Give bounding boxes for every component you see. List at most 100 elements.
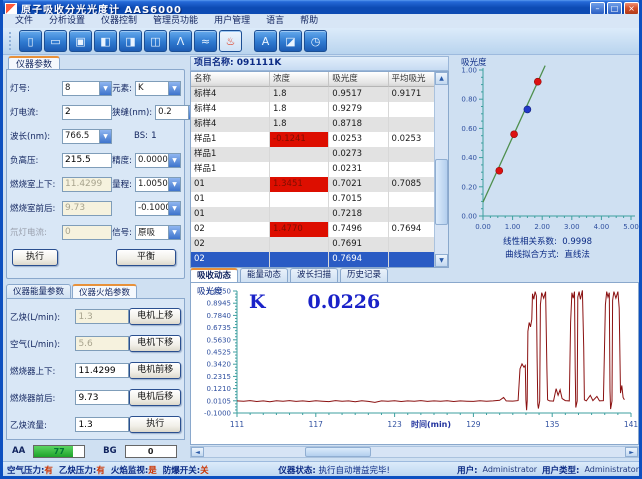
svg-text:141: 141 [624, 420, 638, 429]
flame-row-input[interactable] [75, 390, 129, 405]
flame-row-button[interactable]: 执行 [129, 416, 181, 433]
flame-button[interactable]: ♨ [219, 30, 242, 52]
menu-item-6[interactable]: 语言 [258, 14, 292, 28]
table-row[interactable]: 010.7015 [191, 192, 434, 207]
cell-name: 01 [191, 207, 270, 222]
svg-text:5.00: 5.00 [623, 223, 639, 231]
flame-row-button[interactable]: 电机上移 [129, 308, 181, 325]
table-scroll-track[interactable] [435, 85, 448, 254]
signal-dynamics-button[interactable]: ≈ [194, 30, 217, 52]
menu-item-5[interactable]: 用户管理 [206, 14, 258, 28]
cell-absorbance: 0.7691 [329, 237, 388, 252]
menu-item-4[interactable]: 管理员功能 [145, 14, 206, 28]
cell-avg-absorbance [389, 237, 434, 252]
user-type-value: Administrator [584, 464, 639, 476]
lamp-settings-button[interactable]: ◫ [144, 30, 167, 52]
instrument-status-label: 仪器状态: [278, 466, 315, 476]
flame-row-label: 乙炔(L/min): [10, 311, 75, 323]
instrument-params-box: 灯号: 8▼ 元素: K▼ 灯电流: 狭缝(nm): 0.2▼ 波长(nm): … [6, 69, 185, 279]
table-row[interactable]: 020.7691 [191, 237, 434, 252]
flame-row-button[interactable]: 电机后移 [129, 389, 181, 406]
scroll-down-icon[interactable]: ▼ [435, 254, 448, 267]
svg-text:0.6735: 0.6735 [207, 324, 232, 332]
open-project-button[interactable]: ▭ [44, 30, 67, 52]
chart-horizontal-scrollbar[interactable]: ◄ ► [190, 446, 639, 458]
menu-item-7[interactable]: 帮助 [292, 14, 326, 28]
flame-row-input [75, 309, 129, 324]
wavelength-select[interactable]: 766.5▼ [62, 129, 112, 144]
lamp-energy-button[interactable]: ◨ [119, 30, 142, 52]
lamp-settings-icon: ◫ [150, 36, 160, 47]
autosampler-button[interactable]: A [254, 30, 277, 52]
table-row[interactable]: 011.34510.70210.7085 [191, 177, 434, 192]
furnace-button[interactable]: ◪ [279, 30, 302, 52]
save-button[interactable]: ▣ [69, 30, 92, 52]
new-file-button[interactable]: ▯ [19, 30, 42, 52]
table-row[interactable]: 样品1-0.12410.02530.0253 [191, 132, 434, 147]
slit-label: 狭缝(nm): [112, 106, 152, 118]
lamp-current-input[interactable] [62, 105, 112, 120]
cell-name: 样品1 [191, 132, 270, 147]
svg-text:0.8945: 0.8945 [207, 300, 232, 308]
column-header[interactable]: 平均吸光度 [389, 72, 434, 87]
fit-method-value: 直线法 [564, 250, 590, 260]
chart-scroll-track[interactable] [204, 447, 625, 457]
table-row[interactable]: 020.7694 [191, 252, 434, 267]
interlock-status: 空气压力:有 [7, 464, 53, 476]
cell-avg-absorbance: 0.7085 [389, 177, 434, 192]
flame-row-button[interactable]: 电机下移 [129, 335, 181, 352]
table-scroll-thumb[interactable] [435, 159, 448, 225]
lamp-current-label: 灯电流: [10, 106, 62, 118]
menu-bar: 文件分析设置仪器控制管理员功能用户管理语言帮助 [3, 14, 642, 29]
flame-param-row: 空气(L/min):电机下移 [10, 330, 181, 357]
table-vertical-scrollbar[interactable]: ▲ ▼ [434, 72, 448, 267]
burner-fb-display [62, 201, 112, 216]
flame-row-button[interactable]: 电机前移 [129, 362, 181, 379]
flame-row-input[interactable] [75, 417, 129, 432]
range2-select[interactable]: -0.1000▼ [135, 201, 181, 216]
execute-button[interactable]: 执行 [12, 249, 58, 266]
table-row[interactable]: 标样41.80.95170.9171 [191, 87, 434, 102]
table-row[interactable]: 样品10.0231 [191, 162, 434, 177]
neg-hv-input[interactable] [62, 153, 112, 168]
cell-name: 样品1 [191, 147, 270, 162]
wavelength-scan-button[interactable]: Λ [169, 30, 192, 52]
scroll-left-icon[interactable]: ◄ [191, 447, 204, 457]
d2-current-label: 氘灯电流: [10, 226, 62, 238]
cell-absorbance: 0.0231 [329, 162, 388, 177]
power-timer-button[interactable]: ◷ [304, 30, 327, 52]
chart-scroll-thumb[interactable] [305, 447, 371, 457]
signal-select[interactable]: 原吸▼ [135, 225, 181, 240]
element-select[interactable]: K▼ [135, 81, 181, 96]
column-header[interactable]: 浓度 [270, 72, 329, 87]
cell-avg-absorbance [389, 162, 434, 177]
svg-text:3.00: 3.00 [564, 223, 580, 231]
menu-item-3[interactable]: 仪器控制 [93, 14, 145, 28]
svg-text:0.7840: 0.7840 [207, 312, 232, 320]
menu-item-1[interactable]: 文件 [7, 14, 41, 28]
cell-avg-absorbance [389, 147, 434, 162]
table-row[interactable]: 标样41.80.9279 [191, 102, 434, 117]
table-row[interactable]: 样品10.0273 [191, 147, 434, 162]
table-row[interactable]: 021.47700.74960.7694 [191, 222, 434, 237]
flame-params-box: 乙炔(L/min):电机上移空气(L/min):电机下移燃烧器上下:电机前移燃烧… [6, 298, 185, 440]
menu-item-2[interactable]: 分析设置 [41, 14, 93, 28]
corr-coef-value: 0.9998 [562, 237, 592, 247]
cell-concentration: -0.1241 [270, 132, 329, 147]
scroll-right-icon[interactable]: ► [625, 447, 638, 457]
table-row[interactable]: 标样41.80.8718 [191, 117, 434, 132]
lamp-no-select[interactable]: 8▼ [62, 81, 112, 96]
svg-text:2.00: 2.00 [534, 223, 550, 231]
cell-name: 01 [191, 177, 270, 192]
column-header[interactable]: 名称 [191, 72, 270, 87]
scroll-up-icon[interactable]: ▲ [435, 72, 448, 85]
flame-row-input[interactable] [75, 363, 129, 378]
balance-button[interactable]: 平衡 [116, 249, 176, 266]
cell-avg-absorbance: 0.7694 [389, 222, 434, 237]
column-header[interactable]: 吸光度 [329, 72, 388, 87]
lamp-position-button[interactable]: ◧ [94, 30, 117, 52]
range-select[interactable]: 1.0050▼ [135, 177, 181, 192]
instrument-params-panel: 仪器参数 灯号: 8▼ 元素: K▼ 灯电流: 狭缝(nm): 0.2▼ 波长(… [5, 56, 187, 460]
table-row[interactable]: 010.7218 [191, 207, 434, 222]
precision-select[interactable]: 0.0000▼ [135, 153, 181, 168]
